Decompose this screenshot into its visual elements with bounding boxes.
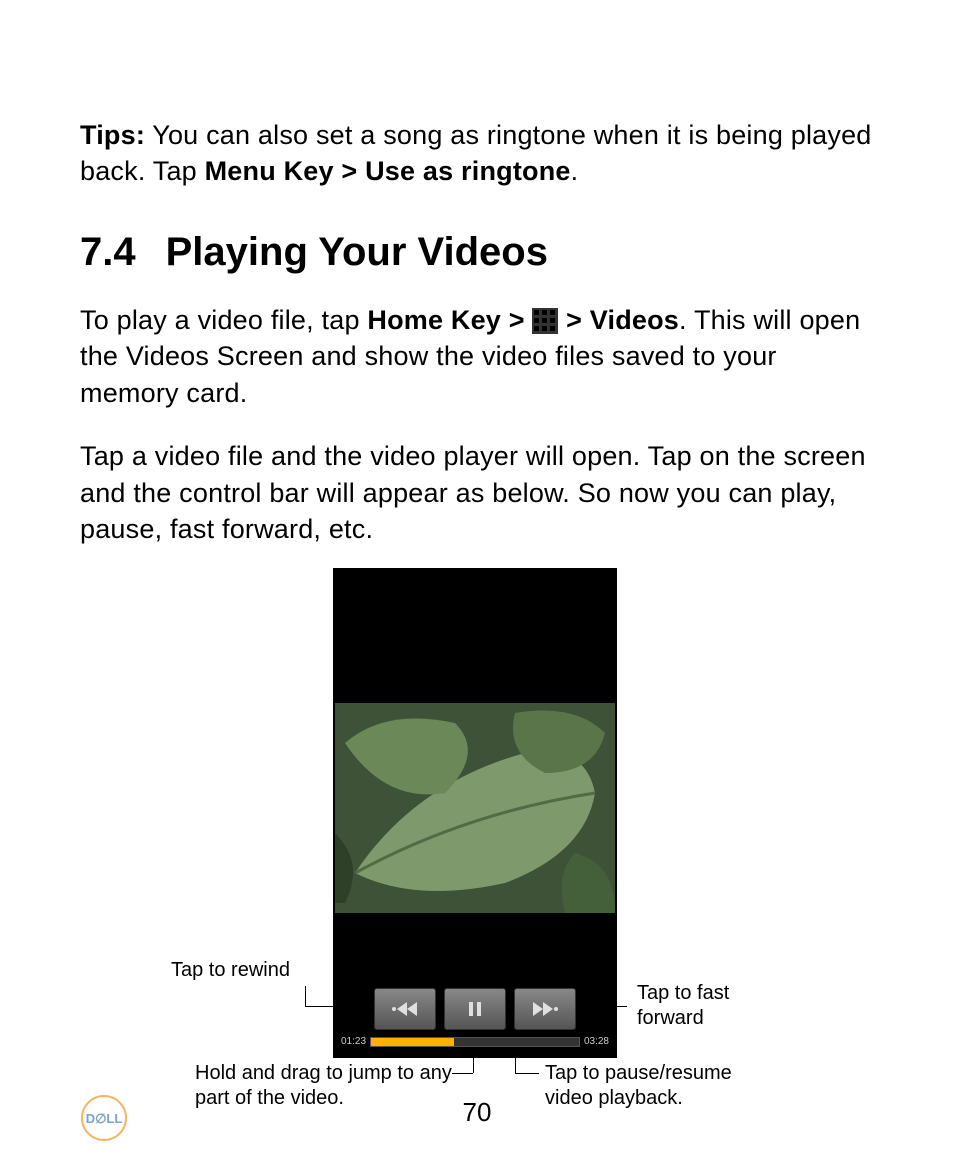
video-player-figure: Tap to rewind Tap to fast forward Tap to…	[157, 568, 797, 1128]
total-time: 03:28	[584, 1036, 609, 1047]
control-panel: 01:23 03:28	[335, 978, 615, 1058]
leaves-image	[335, 703, 615, 913]
p1-text-1: To play a video file, tap	[80, 305, 367, 335]
callout-rewind: Tap to rewind	[171, 958, 290, 983]
svg-text:D∅LL: D∅LL	[86, 1111, 123, 1126]
heading-number: 7.4	[80, 230, 136, 275]
p1-bold-2: > Videos	[558, 305, 679, 335]
callout-line	[305, 986, 306, 1006]
pause-icon	[461, 999, 489, 1019]
tips-paragraph: Tips: You can also set a song as rington…	[80, 117, 874, 190]
dell-logo-icon: D∅LL	[80, 1094, 128, 1142]
paragraph-2: Tap a video file and the video player wi…	[80, 438, 874, 547]
elapsed-time: 01:23	[341, 1036, 366, 1047]
callout-line	[452, 1073, 473, 1074]
callout-line	[515, 1073, 539, 1074]
fast-forward-icon	[531, 999, 559, 1019]
rewind-icon	[391, 999, 419, 1019]
phone-frame: 01:23 03:28	[333, 568, 617, 1058]
heading-title: Playing Your Videos	[166, 230, 548, 275]
section-heading: 7.4 Playing Your Videos	[80, 230, 874, 275]
callout-fastforward: Tap to fast forward	[637, 981, 787, 1031]
fast-forward-button[interactable]	[514, 988, 576, 1030]
rewind-button[interactable]	[374, 988, 436, 1030]
video-frame	[335, 703, 615, 913]
p1-bold-1: Home Key >	[367, 305, 532, 335]
paragraph-1: To play a video file, tap Home Key > > V…	[80, 302, 874, 411]
tips-label: Tips:	[80, 120, 145, 150]
progress-row: 01:23 03:28	[341, 1034, 609, 1050]
progress-fill	[371, 1038, 454, 1046]
apps-grid-icon	[532, 307, 558, 333]
pause-button[interactable]	[444, 988, 506, 1030]
control-buttons-row	[335, 988, 615, 1032]
tips-text-2: .	[571, 156, 579, 186]
progress-bar[interactable]	[370, 1037, 580, 1047]
tips-bold-1: Menu Key > Use as ringtone	[205, 156, 571, 186]
page-number: 70	[0, 1097, 954, 1128]
